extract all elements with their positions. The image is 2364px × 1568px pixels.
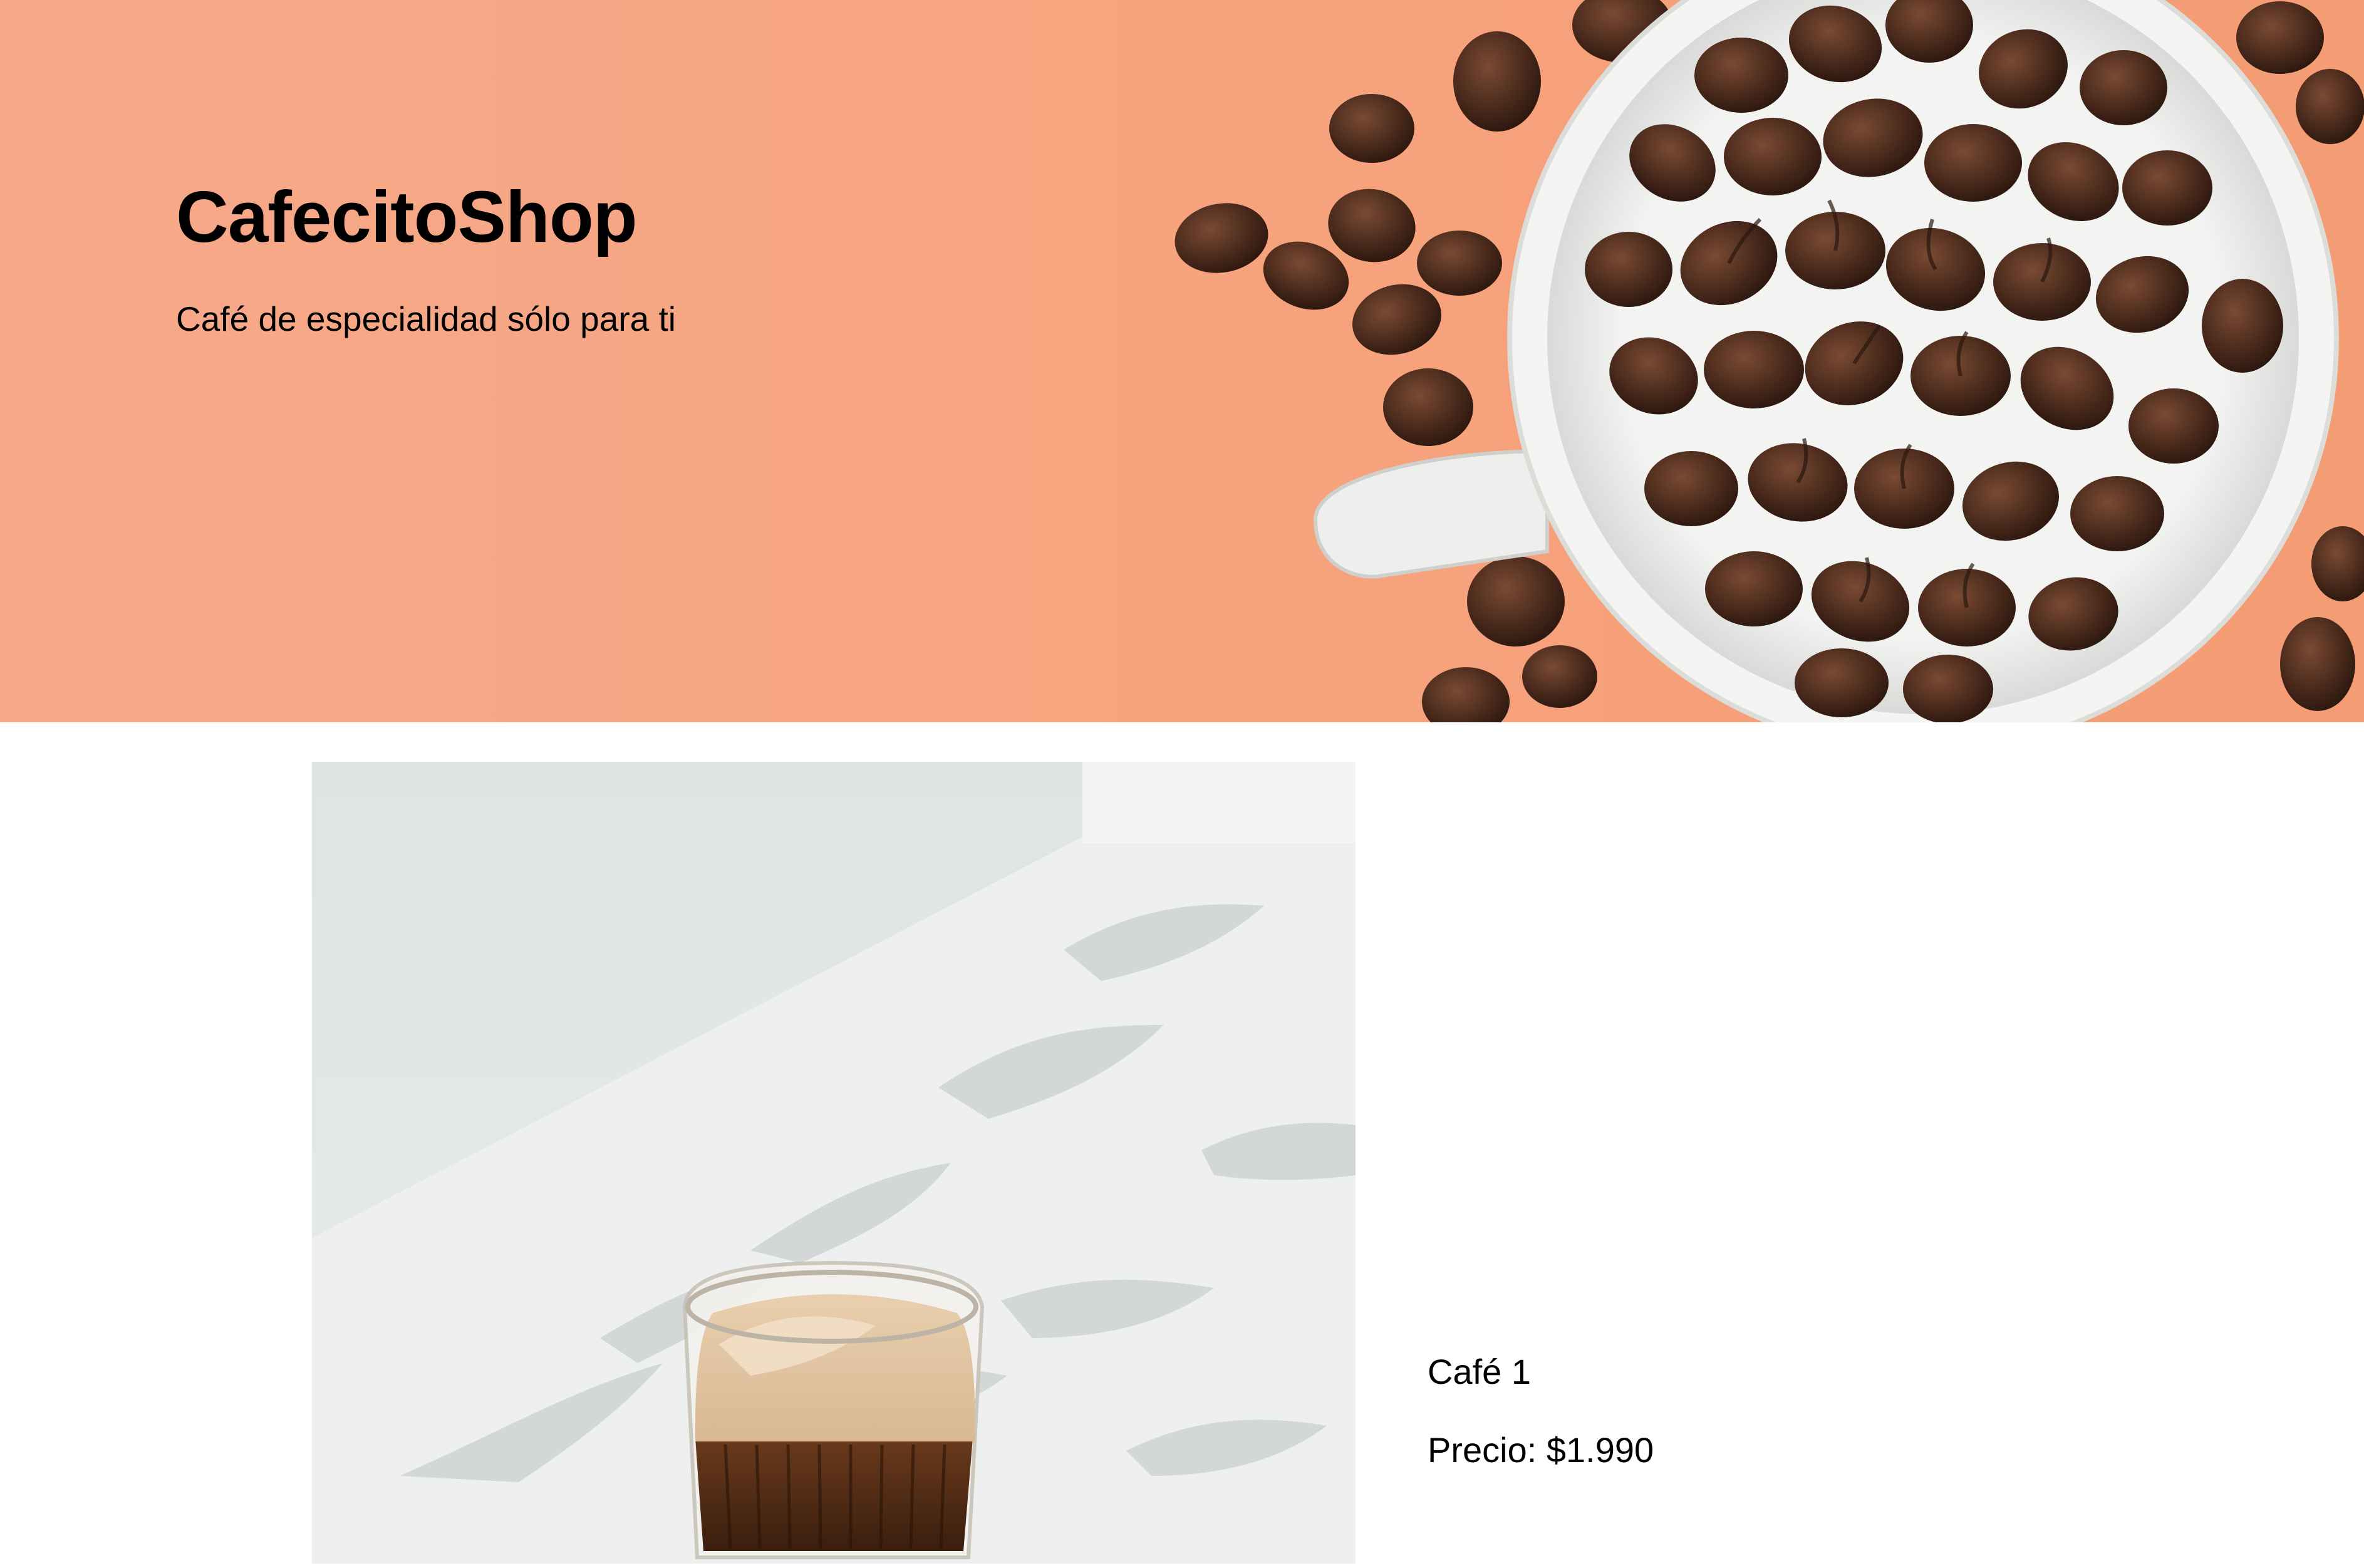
price-label: Precio:: [1428, 1430, 1537, 1470]
hero-banner: CafecitoShop Café de especialidad sólo p…: [0, 0, 2364, 722]
product-image[interactable]: [312, 762, 1356, 1564]
product-price: $1.990: [1546, 1430, 1654, 1470]
hero-subtitle: Café de especialidad sólo para ti: [176, 299, 677, 338]
product-price-row: Precio: $1.990: [1428, 1433, 1654, 1468]
product-name: Café 1: [1428, 1352, 1531, 1391]
page-title: CafecitoShop: [176, 176, 638, 257]
coffee-beans-cup-image: [1174, 0, 2364, 722]
iced-latte-glass-image: [312, 762, 1356, 1564]
